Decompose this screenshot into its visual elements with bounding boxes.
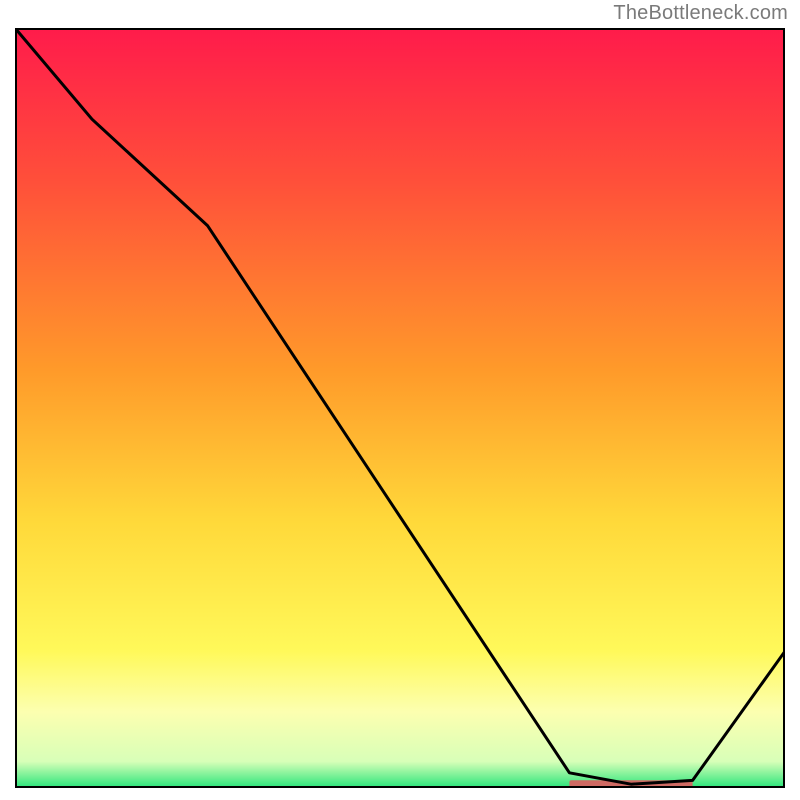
plot-gradient-background [15, 28, 785, 788]
chart-container: TheBottleneck.com [0, 0, 800, 800]
bottleneck-chart [15, 28, 785, 788]
watermark-text: TheBottleneck.com [613, 2, 788, 25]
